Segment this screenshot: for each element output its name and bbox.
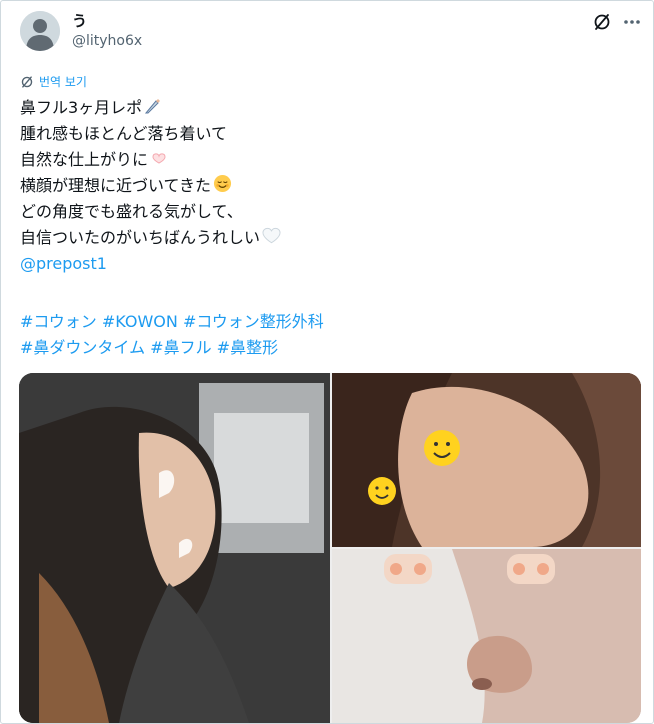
more-dots-icon[interactable] [621,11,643,33]
translate-link[interactable]: 번역 보기 [20,73,87,90]
relieved-face-icon [213,174,232,201]
tweet-line: 自然な仕上がりに [20,150,149,169]
tweet-line: 横顔が理想に近づいてきた [20,176,212,195]
heart-hands-icon [150,149,168,175]
translate-icon[interactable] [591,11,613,33]
tweet-text: 鼻フル3ヶ月レポ 腫れ感もほとんど落ち着いて 自然な仕上がりに 横顔が理想に近づ… [20,95,630,277]
media-grid [19,373,641,723]
photo-profile-in-car[interactable] [19,373,330,723]
tweet-line: 鼻フル3ヶ月レポ [20,98,143,117]
white-heart-icon [262,227,281,253]
mention-link[interactable]: @prepost1 [20,254,107,273]
translate-label: 번역 보기 [39,75,87,89]
tweet-line: どの角度でも盛れる気がして、 [20,202,243,221]
writing-hand-icon [144,97,162,123]
tweet-line: 自信ついたのがいちばんうれしい [20,228,261,247]
author-handle[interactable]: @lityho6x [72,33,142,49]
translate-small-icon [21,75,33,88]
hashtag-line[interactable]: #コウォン #KOWON #コウォン整形外科 [20,309,324,335]
default-avatar-icon [20,11,60,51]
tweet-line: 腫れ感もほとんど落ち着いて [20,124,228,143]
hashtags: #コウォン #KOWON #コウォン整形外科 #鼻ダウンタイム #鼻フル #鼻整… [20,309,324,361]
hashtag-line[interactable]: #鼻ダウンタイム #鼻フル #鼻整形 [20,335,324,361]
author-name[interactable]: う [72,10,87,31]
photo-nose-closeup[interactable] [332,549,641,723]
tweet-card: う @lityho6x 번역 보기 鼻フル3ヶ月レポ 腫れ感もほとんど落ち着いて… [0,0,654,724]
photo-face-closeup[interactable] [332,373,641,547]
avatar[interactable] [20,11,60,51]
